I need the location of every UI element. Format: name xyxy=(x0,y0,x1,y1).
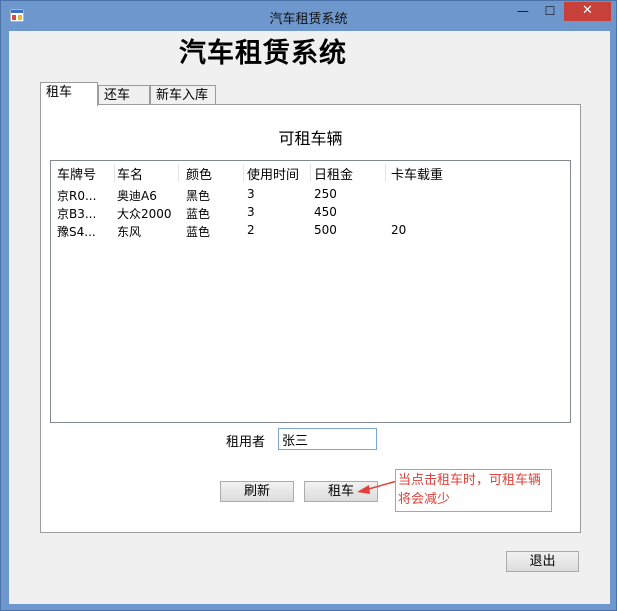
tab-new-car[interactable]: 新车入库 xyxy=(150,85,216,106)
tab-return[interactable]: 还车 xyxy=(98,85,150,106)
annotation-note: 当点击租车时，可租车辆将会减少 xyxy=(395,469,552,512)
column-header[interactable]: 车名 xyxy=(117,164,179,183)
cell-name: 东风 xyxy=(117,225,142,239)
title-bar[interactable]: 汽车租赁系统 — ☐ ✕ xyxy=(1,1,616,31)
cell-plate: 京B3... xyxy=(57,207,97,221)
column-header[interactable]: 使用时间 xyxy=(247,164,311,183)
cell-color: 蓝色 xyxy=(186,207,211,221)
table-row[interactable]: 京B3... 大众2000 蓝色 3 450 xyxy=(51,204,570,222)
column-header[interactable]: 日租金 xyxy=(314,164,386,183)
column-header[interactable]: 车牌号 xyxy=(57,164,115,183)
close-button[interactable]: ✕ xyxy=(564,2,611,21)
minimize-button[interactable]: — xyxy=(510,2,536,21)
column-header[interactable]: 卡车载重 xyxy=(391,164,569,183)
cell-rent: 450 xyxy=(314,205,337,219)
page-title: 汽车租赁系统 xyxy=(179,38,347,69)
cell-plate: 京R0... xyxy=(57,189,97,203)
cell-color: 黑色 xyxy=(186,189,211,203)
cell-rent: 500 xyxy=(314,223,337,237)
cell-color: 蓝色 xyxy=(186,225,211,239)
cell-time: 3 xyxy=(247,205,255,219)
renter-label: 租用者 xyxy=(226,435,266,450)
annotation-arrow-icon xyxy=(357,480,398,494)
exit-button[interactable]: 退出 xyxy=(506,551,579,572)
maximize-button[interactable]: ☐ xyxy=(537,2,563,21)
cell-time: 3 xyxy=(247,187,255,201)
cell-name: 奥迪A6 xyxy=(117,189,157,203)
column-header[interactable]: 颜色 xyxy=(186,164,244,183)
renter-input[interactable] xyxy=(278,428,377,450)
available-cars-title: 可租车辆 xyxy=(278,129,343,148)
form-client-area: 汽车租赁系统 租车 还车 新车入库 可租车辆 车牌号 车名 颜色 使用时间 日租… xyxy=(9,31,610,604)
app-window: 汽车租赁系统 — ☐ ✕ 汽车租赁系统 租车 还车 新车入库 可租车辆 车牌号 … xyxy=(0,0,617,611)
refresh-button[interactable]: 刷新 xyxy=(220,481,294,502)
tab-panel-rent: 可租车辆 车牌号 车名 颜色 使用时间 日租金 卡车载重 京R0... 奥迪A6… xyxy=(40,104,581,533)
cell-time: 2 xyxy=(247,223,255,237)
available-cars-list[interactable]: 车牌号 车名 颜色 使用时间 日租金 卡车载重 京R0... 奥迪A6 黑色 3… xyxy=(50,160,571,423)
cell-load: 20 xyxy=(391,223,407,237)
cell-rent: 250 xyxy=(314,187,337,201)
table-row[interactable]: 京R0... 奥迪A6 黑色 3 250 xyxy=(51,186,570,204)
cell-plate: 豫S4... xyxy=(57,225,96,239)
list-header: 车牌号 车名 颜色 使用时间 日租金 卡车载重 xyxy=(51,161,570,184)
table-row[interactable]: 豫S4... 东风 蓝色 2 500 20 xyxy=(51,222,570,240)
tab-rent[interactable]: 租车 xyxy=(40,82,98,106)
cell-name: 大众2000 xyxy=(117,207,172,221)
